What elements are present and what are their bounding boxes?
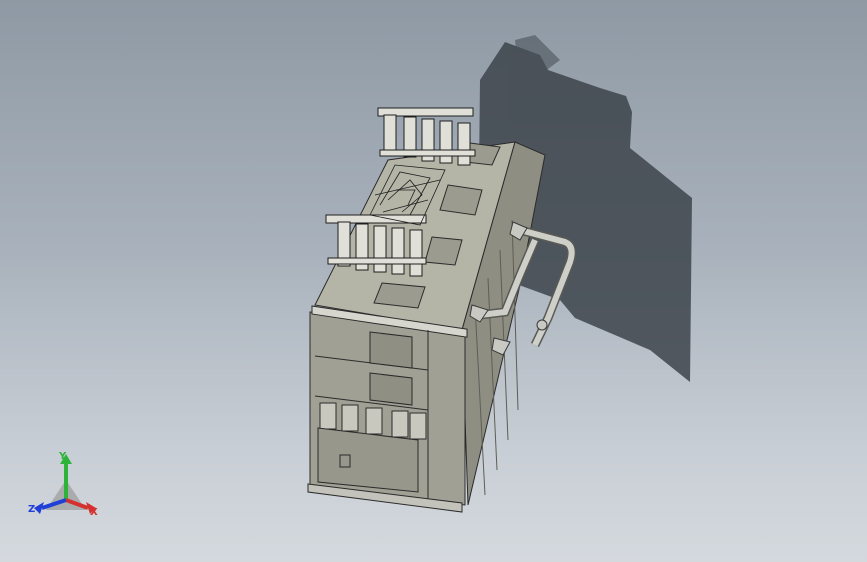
cad-viewport[interactable]: Y X Z — [0, 0, 867, 562]
top-hatch-2 — [424, 236, 463, 266]
model-scene[interactable] — [0, 0, 867, 562]
top-hatch-1 — [373, 282, 426, 309]
x-axis-label: X — [90, 507, 98, 518]
display-panel-middle — [369, 372, 413, 406]
top-hatch-3 — [439, 184, 483, 216]
z-axis-label: Z — [28, 504, 36, 515]
y-axis-label: Y — [59, 451, 67, 462]
enclosure[interactable] — [307, 141, 546, 513]
display-panel-upper — [369, 331, 413, 369]
